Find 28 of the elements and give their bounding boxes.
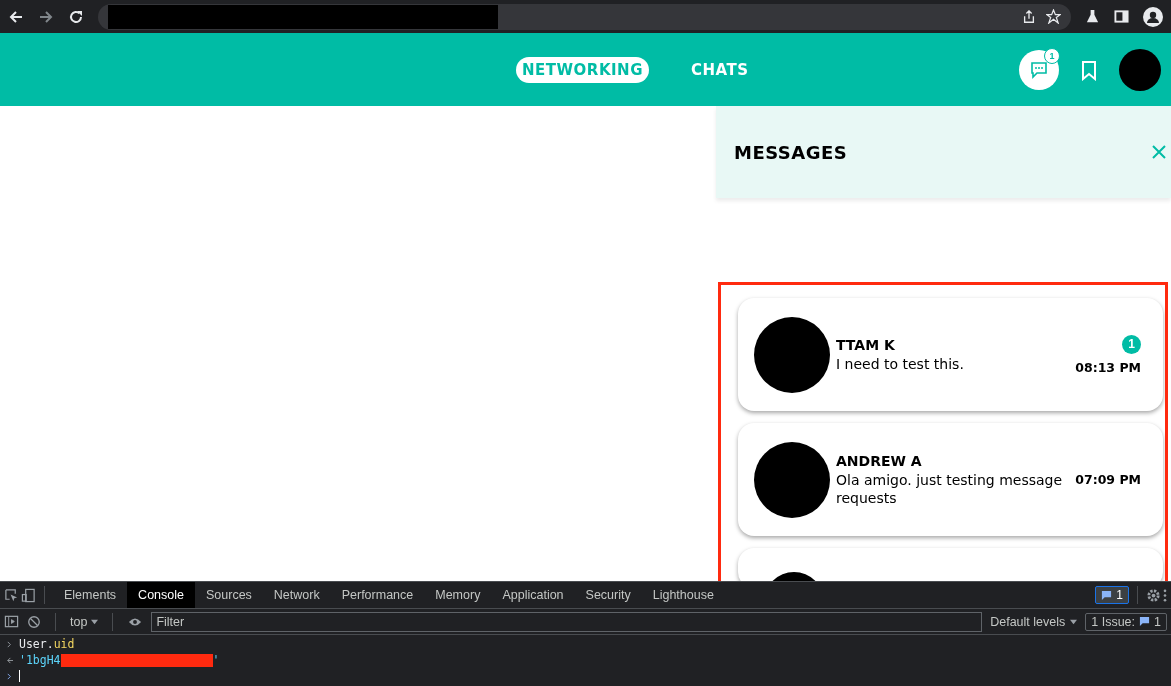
- console-command-text: User.uid: [19, 637, 75, 651]
- devtools-tab[interactable]: Sources: [195, 582, 263, 608]
- devtools-tab[interactable]: Console: [127, 582, 195, 608]
- devtools-tab[interactable]: Network: [262, 582, 331, 608]
- conversation-card[interactable]: TTAM K I need to test this. 1 08:13 PM: [738, 298, 1163, 411]
- message-time: 08:13 PM: [1075, 359, 1141, 375]
- console-output: ': [212, 653, 220, 667]
- devtools-tab[interactable]: Security: [574, 582, 642, 608]
- conversation-card[interactable]: ANDREW A Ola amigo. just testing message requests 07:09 PM: [738, 423, 1163, 536]
- unread-badge: 1: [1122, 334, 1141, 354]
- messages-badge[interactable]: 1: [1095, 586, 1129, 604]
- message-preview: Ola amigo. just testing message requests: [836, 470, 1064, 507]
- devtools-tab[interactable]: Elements: [53, 582, 128, 608]
- message-preview: I need to test this.: [836, 354, 965, 373]
- devtools-tab[interactable]: Application: [491, 582, 575, 608]
- levels-dropdown[interactable]: Default levels: [990, 614, 1078, 629]
- issues-button[interactable]: 1 Issue: 1: [1085, 612, 1167, 631]
- message-time: 07:09 PM: [1075, 472, 1141, 487]
- devtools-tab[interactable]: Lighthouse: [641, 582, 725, 608]
- panel-title: MESSAGES: [734, 141, 848, 163]
- devtools-tab[interactable]: Memory: [424, 582, 492, 608]
- contact-name: ANDREW A: [836, 452, 923, 469]
- notification-badge: 1: [1044, 47, 1060, 64]
- console-output: '1bgH4: [19, 653, 61, 667]
- devtools-tab[interactable]: Performance: [330, 582, 425, 608]
- context-dropdown[interactable]: top: [70, 614, 99, 629]
- filter-field[interactable]: Filter: [151, 611, 983, 632]
- contact-name: TTAM K: [836, 336, 896, 353]
